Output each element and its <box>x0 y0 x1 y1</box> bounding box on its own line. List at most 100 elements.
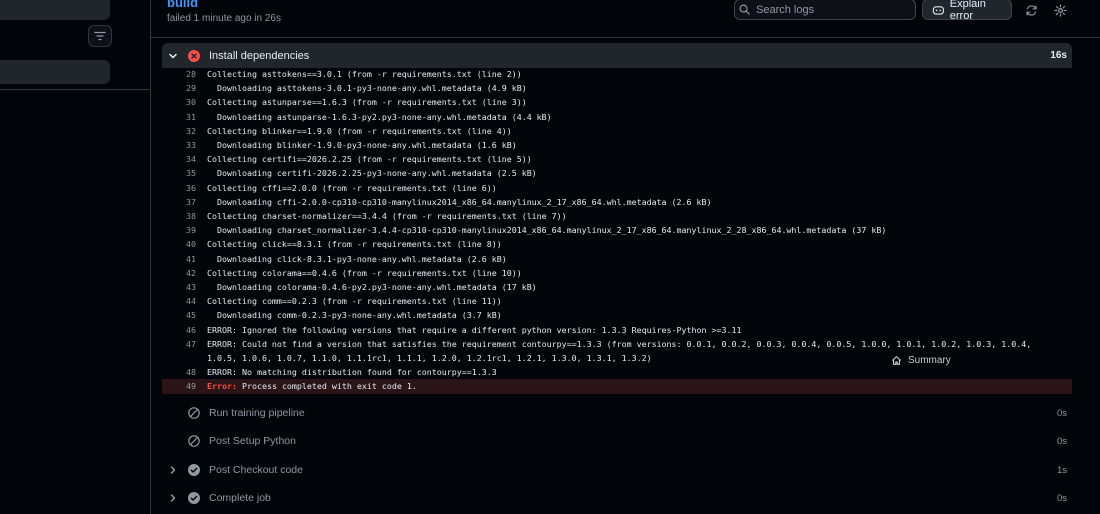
line-number[interactable]: 28 <box>162 67 196 81</box>
step-header-install-dependencies[interactable]: Install dependencies 16s <box>162 43 1072 68</box>
log-line: 37 Downloading cffi-2.0.0-cp310-cp310-ma… <box>162 195 1072 209</box>
line-text: Collecting colorama==0.4.6 (from -r requ… <box>207 267 522 278</box>
skipped-icon <box>188 407 200 419</box>
line-number[interactable]: 33 <box>162 138 196 152</box>
job-log-panel: build failed 1 minute ago in 26s Explain… <box>151 0 1100 514</box>
line-text: Collecting asttokens==3.0.1 (from -r req… <box>207 69 522 79</box>
search-logs-box[interactable] <box>734 0 916 20</box>
error-prefix: Error: <box>207 381 237 392</box>
line-number[interactable]: 38 <box>162 209 196 223</box>
log-line: 44 Collecting comm==0.2.3 (from -r requir… <box>162 294 1072 308</box>
line-number[interactable]: 32 <box>162 124 196 138</box>
copilot-icon <box>932 5 944 15</box>
step-name: Install dependencies <box>209 49 310 62</box>
line-text: Downloading charset_normalizer-3.4.4-cp3… <box>207 225 887 236</box>
gear-icon <box>1053 3 1067 17</box>
log-line: 32 Collecting blinker==1.9.0 (from -r req… <box>162 124 1072 138</box>
log-line: 48 ERROR: No matching distribution found … <box>162 365 1072 379</box>
step-complete-job[interactable]: Complete job 0s <box>162 487 1072 509</box>
line-number[interactable]: 49 <box>162 379 196 393</box>
settings-button[interactable] <box>1050 0 1070 20</box>
log-output: 28 Collecting asttokens==3.0.1 (from -r r… <box>162 67 1072 394</box>
line-number[interactable]: 40 <box>162 237 196 251</box>
line-number[interactable]: 46 <box>162 323 196 337</box>
step-name: Run training pipeline <box>209 407 305 419</box>
search-icon <box>739 4 750 15</box>
check-circle-icon <box>188 492 200 504</box>
line-text: Downloading colorama-0.4.6-py2.py3-none-… <box>207 282 537 293</box>
line-number[interactable]: 39 <box>162 223 196 237</box>
step-name: Post Checkout code <box>209 464 303 476</box>
log-line: 42 Collecting colorama==0.4.6 (from -r re… <box>162 266 1072 280</box>
line-text: Collecting certifi==2026.2.25 (from -r r… <box>207 154 532 165</box>
chevron-right-icon <box>168 465 180 475</box>
line-text: Downloading comm-0.2.3-py3-none-any.whl.… <box>207 310 502 321</box>
summary-link[interactable]: Summary <box>891 355 951 366</box>
line-text: Collecting charset-normalizer==3.4.4 (fr… <box>207 211 567 222</box>
line-number[interactable]: 31 <box>162 110 196 124</box>
log-line: 46 ERROR: Ignored the following versions … <box>162 323 1072 337</box>
log-line: 29 Downloading asttokens-3.0.1-py3-none-… <box>162 81 1072 95</box>
log-line: 41 Downloading click-8.3.1-py3-none-any.… <box>162 252 1072 266</box>
sidebar-divider <box>0 89 150 90</box>
line-number[interactable]: 36 <box>162 181 196 195</box>
log-line: 39 Downloading charset_normalizer-3.4.4-… <box>162 223 1072 237</box>
line-text: Collecting astunparse==1.6.3 (from -r re… <box>207 97 527 108</box>
line-text: Downloading asttokens-3.0.1-py3-none-any… <box>207 83 527 94</box>
filter-button[interactable] <box>88 25 112 47</box>
job-title[interactable]: build <box>167 0 198 10</box>
step-duration: 1s <box>1056 464 1067 476</box>
filter-icon <box>94 31 106 41</box>
log-line: 33 Downloading blinker-1.9.0-py3-none-an… <box>162 138 1072 152</box>
line-number[interactable]: 29 <box>162 81 196 95</box>
line-number[interactable]: 30 <box>162 95 196 109</box>
line-number[interactable]: 48 <box>162 365 196 379</box>
log-line: 30 Collecting astunparse==1.6.3 (from -r … <box>162 95 1072 109</box>
line-text: Downloading blinker-1.9.0-py3-none-any.w… <box>207 140 517 151</box>
step-duration: 16s <box>1050 50 1067 61</box>
log-line: 40 Collecting click==8.3.1 (from -r requi… <box>162 237 1072 251</box>
line-number[interactable]: 35 <box>162 166 196 180</box>
line-number[interactable]: 44 <box>162 294 196 308</box>
log-line: 31 Downloading astunparse-1.6.3-py2.py3-… <box>162 110 1072 124</box>
step-post-setup-python[interactable]: Post Setup Python 0s <box>162 430 1072 452</box>
line-number[interactable]: 45 <box>162 308 196 322</box>
line-number[interactable]: 47 <box>162 337 196 365</box>
step-run-training-pipeline[interactable]: Run training pipeline 0s <box>162 402 1072 424</box>
line-text: Downloading certifi-2026.2.25-py3-none-a… <box>207 168 537 179</box>
log-line-error: 49 Error: Process completed with exit cod… <box>162 379 1072 394</box>
log-line: 35 Downloading certifi-2026.2.25-py3-non… <box>162 166 1072 180</box>
log-line: 36 Collecting cffi==2.0.0 (from -r requir… <box>162 181 1072 195</box>
sidebar-top-item[interactable] <box>0 0 110 20</box>
skipped-icon <box>188 435 200 447</box>
home-icon <box>891 356 902 365</box>
sidebar-selected-item[interactable] <box>0 60 110 84</box>
line-number[interactable]: 42 <box>162 266 196 280</box>
explain-error-button[interactable]: Explain error <box>922 0 1012 22</box>
line-text: ERROR: No matching distribution found fo… <box>207 367 497 378</box>
line-number[interactable]: 37 <box>162 195 196 209</box>
job-status-text: failed 1 minute ago in 26s <box>167 13 281 24</box>
line-text: Collecting blinker==1.9.0 (from -r requi… <box>207 125 512 136</box>
step-post-checkout-code[interactable]: Post Checkout code 1s <box>162 459 1072 481</box>
line-number[interactable]: 34 <box>162 152 196 166</box>
line-text: Collecting click==8.3.1 (from -r require… <box>207 239 502 250</box>
summary-label: Summary <box>908 355 951 366</box>
log-line: 43 Downloading colorama-0.4.6-py2.py3-no… <box>162 280 1072 294</box>
step-name: Post Setup Python <box>209 435 296 447</box>
error-message: Process completed with exit code 1. <box>236 381 417 392</box>
step-duration: 0s <box>1056 492 1067 504</box>
line-text: Downloading click-8.3.1-py3-none-any.whl… <box>207 253 507 264</box>
line-number[interactable]: 43 <box>162 280 196 294</box>
error-x-circle-icon <box>188 49 200 62</box>
line-text: Collecting comm==0.2.3 (from -r requirem… <box>207 296 502 307</box>
rerun-button[interactable] <box>1021 0 1041 20</box>
log-line: 45 Downloading comm-0.2.3-py3-none-any.w… <box>162 308 1072 322</box>
sync-icon <box>1025 4 1037 16</box>
line-number[interactable]: 41 <box>162 252 196 266</box>
step-name: Complete job <box>209 492 271 504</box>
log-line: 34 Collecting certifi==2026.2.25 (from -r… <box>162 152 1072 166</box>
search-logs-input[interactable] <box>754 2 908 17</box>
chevron-down-icon <box>168 51 180 61</box>
step-duration: 0s <box>1056 435 1067 447</box>
